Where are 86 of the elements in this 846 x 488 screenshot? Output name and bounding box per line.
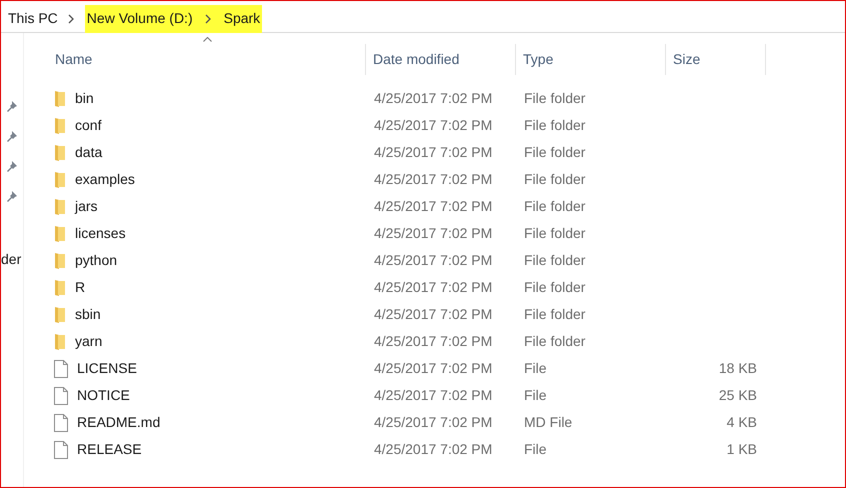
file-type: File folder — [524, 171, 586, 187]
file-name: sbin — [75, 305, 101, 324]
file-name: LICENSE — [77, 359, 137, 378]
file-icon — [54, 386, 68, 404]
column-header[interactable]: Type — [516, 37, 666, 75]
file-type: File folder — [524, 90, 586, 106]
file-size: 1 KB — [726, 440, 757, 459]
file-row[interactable]: examples 4/25/2017 7:02 PM File folder — [48, 166, 766, 193]
nav-item-label[interactable]: der — [1, 249, 22, 270]
file-icon — [54, 360, 68, 378]
date-modified: 4/25/2017 7:02 PM — [374, 441, 492, 457]
file-name: jars — [75, 197, 98, 216]
file-row[interactable]: R 4/25/2017 7:02 PM File folder — [48, 274, 766, 301]
file-type: File folder — [524, 252, 586, 268]
date-modified: 4/25/2017 7:02 PM — [374, 387, 492, 403]
file-type: File — [524, 441, 547, 457]
pin-icon[interactable] — [6, 130, 18, 142]
file-row[interactable]: README.md 4/25/2017 7:02 PM MD File 4 KB — [48, 409, 766, 436]
folder-icon — [54, 306, 66, 323]
pin-icon[interactable] — [6, 100, 18, 112]
file-type: File folder — [524, 333, 586, 349]
file-row[interactable]: conf 4/25/2017 7:02 PM File folder — [48, 112, 766, 139]
file-name: NOTICE — [77, 386, 130, 405]
file-row[interactable]: python 4/25/2017 7:02 PM File folder — [48, 247, 766, 274]
folder-icon — [54, 225, 66, 242]
file-row[interactable]: RELEASE 4/25/2017 7:02 PM File 1 KB — [48, 436, 766, 463]
column-header[interactable]: Name — [48, 37, 366, 75]
file-row[interactable]: licenses 4/25/2017 7:02 PM File folder — [48, 220, 766, 247]
date-modified: 4/25/2017 7:02 PM — [374, 360, 492, 376]
file-row[interactable]: LICENSE 4/25/2017 7:02 PM File 18 KB — [48, 355, 766, 382]
file-size: 25 KB — [718, 386, 757, 405]
date-modified: 4/25/2017 7:02 PM — [374, 414, 492, 430]
file-name: bin — [75, 89, 94, 108]
chevron-icon — [68, 14, 75, 24]
file-name: licenses — [75, 224, 126, 243]
file-type: File — [524, 360, 547, 376]
file-type: File folder — [524, 225, 586, 241]
folder-icon — [54, 333, 66, 350]
date-modified: 4/25/2017 7:02 PM — [374, 144, 492, 160]
date-modified: 4/25/2017 7:02 PM — [374, 198, 492, 214]
folder-icon — [54, 198, 66, 215]
file-type: File folder — [524, 279, 586, 295]
date-modified: 4/25/2017 7:02 PM — [374, 90, 492, 106]
file-name: examples — [75, 170, 135, 189]
file-name: yarn — [75, 332, 102, 351]
folder-icon — [54, 279, 66, 296]
pin-icon[interactable] — [6, 160, 18, 172]
file-name: R — [75, 278, 86, 297]
file-name: RELEASE — [77, 440, 142, 459]
file-row[interactable]: jars 4/25/2017 7:02 PM File folder — [48, 193, 766, 220]
date-modified: 4/25/2017 7:02 PM — [374, 117, 492, 133]
file-row[interactable]: NOTICE 4/25/2017 7:02 PM File 25 KB — [48, 382, 766, 409]
file-icon — [54, 414, 68, 432]
file-row[interactable]: sbin 4/25/2017 7:02 PM File folder — [48, 301, 766, 328]
folder-icon — [54, 117, 66, 134]
date-modified: 4/25/2017 7:02 PM — [374, 306, 492, 322]
file-row[interactable]: yarn 4/25/2017 7:02 PM File folder — [48, 328, 766, 355]
file-type: File folder — [524, 198, 586, 214]
file-row[interactable]: bin 4/25/2017 7:02 PM File folder — [48, 85, 766, 112]
file-type: MD File — [524, 414, 572, 430]
file-name: data — [75, 143, 102, 162]
pin-icon[interactable] — [6, 190, 18, 202]
folder-icon — [54, 171, 66, 188]
file-row[interactable]: data 4/25/2017 7:02 PM File folder — [48, 139, 766, 166]
breadcrumb-item[interactable]: This PC — [8, 8, 58, 29]
folder-icon — [54, 144, 66, 161]
chevron-icon — [204, 14, 212, 24]
date-modified: 4/25/2017 7:02 PM — [374, 225, 492, 241]
file-size: 18 KB — [718, 359, 757, 378]
file-icon — [54, 440, 68, 458]
file-size: 4 KB — [726, 413, 757, 432]
file-type: File folder — [524, 117, 586, 133]
file-name: README.md — [77, 413, 160, 432]
file-type: File — [524, 387, 547, 403]
column-header[interactable]: Size — [666, 37, 766, 75]
file-name: python — [75, 251, 118, 270]
folder-icon — [54, 90, 66, 107]
column-header[interactable]: Date modified — [366, 37, 516, 75]
date-modified: 4/25/2017 7:02 PM — [374, 171, 492, 187]
date-modified: 4/25/2017 7:02 PM — [374, 252, 492, 268]
file-type: File folder — [524, 306, 586, 322]
date-modified: 4/25/2017 7:02 PM — [374, 333, 492, 349]
date-modified: 4/25/2017 7:02 PM — [374, 279, 492, 295]
file-type: File folder — [524, 144, 586, 160]
file-name: conf — [75, 116, 102, 135]
folder-icon — [54, 252, 66, 269]
